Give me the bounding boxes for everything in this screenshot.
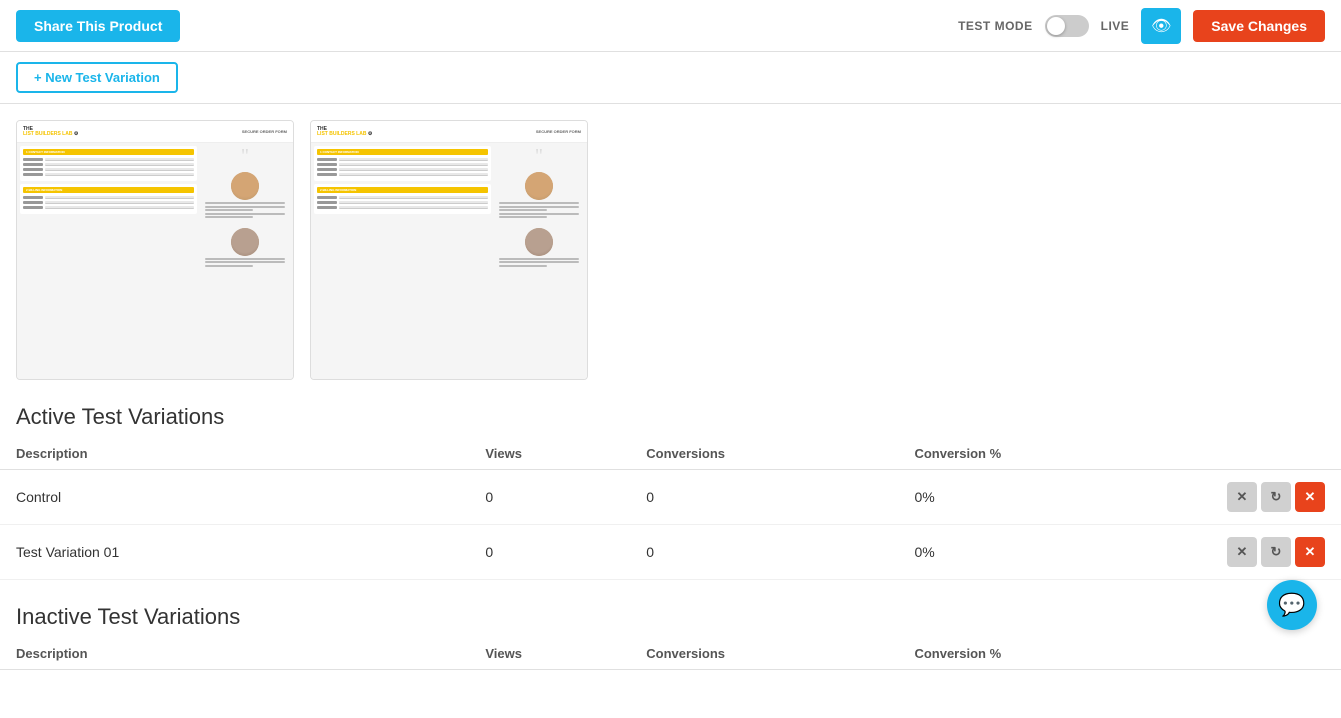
row-actions: ✕ ↻ ✕ (1167, 525, 1341, 580)
test-mode-toggle-wrapper (1045, 15, 1089, 37)
inactive-variations-table: Description Views Conversions Conversion… (0, 638, 1341, 670)
col-header-description: Description (0, 438, 469, 470)
preview-card-2[interactable]: THELIST BUILDERS LAB ⚙ SECURE ORDER FORM… (310, 120, 588, 380)
chat-bubble[interactable]: 💬 (1267, 580, 1317, 630)
mini-header-1: THELIST BUILDERS LAB ⚙ SECURE ORDER FORM (17, 121, 293, 143)
delete-button[interactable]: ✕ (1295, 537, 1325, 567)
row-views: 0 (469, 470, 630, 525)
mini-body-2: 1 CONTACT INFORMATION 2 BILLING INFORMAT… (311, 143, 587, 271)
reset-button[interactable]: ↻ (1261, 482, 1291, 512)
row-description: Control (0, 470, 469, 525)
mini-secure-1: SECURE ORDER FORM (242, 129, 287, 134)
col-header-actions (1167, 438, 1341, 470)
live-label: LIVE (1101, 19, 1130, 33)
mini-right-1: " (200, 146, 290, 268)
mini-left-2: 1 CONTACT INFORMATION 2 BILLING INFORMAT… (314, 146, 491, 268)
mini-avatar-2 (525, 172, 553, 200)
col-header-conversions: Conversions (630, 438, 898, 470)
mini-avatar-1b (231, 228, 259, 256)
row-conversion-pct: 0% (898, 525, 1166, 580)
inactive-variations-heading: Inactive Test Variations (0, 588, 1341, 638)
mini-right-2: " (494, 146, 584, 268)
row-conversions: 0 (630, 525, 898, 580)
mini-header-2: THELIST BUILDERS LAB ⚙ SECURE ORDER FORM (311, 121, 587, 143)
active-table-row: Control 0 0 0% ✕ ↻ ✕ (0, 470, 1341, 525)
chat-icon: 💬 (1278, 592, 1305, 618)
row-views: 0 (469, 525, 630, 580)
active-table-body: Control 0 0 0% ✕ ↻ ✕ Test Variation 01 0… (0, 470, 1341, 580)
deactivate-button[interactable]: ✕ (1227, 537, 1257, 567)
row-conversion-pct: 0% (898, 470, 1166, 525)
reset-button[interactable]: ↻ (1261, 537, 1291, 567)
save-changes-button[interactable]: Save Changes (1193, 10, 1325, 42)
mini-page-1: THELIST BUILDERS LAB ⚙ SECURE ORDER FORM… (17, 121, 293, 379)
preview-button[interactable]: 👁 (1141, 8, 1181, 44)
mini-left-1: 1 CONTACT INFORMATION 2 BILLING INFORMAT… (20, 146, 197, 268)
col-header-conversion-pct: Conversion % (898, 438, 1166, 470)
eye-icon: 👁 (1151, 16, 1171, 36)
mini-avatar-2b (525, 228, 553, 256)
mini-avatar-1 (231, 172, 259, 200)
mini-section-billing: 2 BILLING INFORMATION (20, 184, 197, 214)
test-mode-label: TEST MODE (958, 19, 1033, 33)
row-description: Test Variation 01 (0, 525, 469, 580)
mini-body-1: 1 CONTACT INFORMATION 2 BILLING INFORMAT… (17, 143, 293, 271)
row-actions: ✕ ↻ ✕ (1167, 470, 1341, 525)
delete-button[interactable]: ✕ (1295, 482, 1325, 512)
active-table-row: Test Variation 01 0 0 0% ✕ ↻ ✕ (0, 525, 1341, 580)
new-variation-bar: + New Test Variation (0, 52, 1341, 104)
mini-section-contact: 1 CONTACT INFORMATION (20, 146, 197, 181)
preview-thumbnails: THELIST BUILDERS LAB ⚙ SECURE ORDER FORM… (0, 104, 1341, 388)
active-variations-heading: Active Test Variations (0, 388, 1341, 438)
active-table-header-row: Description Views Conversions Conversion… (0, 438, 1341, 470)
top-bar: Share This Product TEST MODE LIVE 👁 Save… (0, 0, 1341, 52)
mini-secure-2: SECURE ORDER FORM (536, 129, 581, 134)
test-mode-toggle[interactable] (1045, 15, 1089, 37)
toggle-knob (1047, 17, 1065, 35)
mini-logo-1: THELIST BUILDERS LAB ⚙ (23, 127, 78, 137)
share-product-button[interactable]: Share This Product (16, 10, 180, 42)
top-right-controls: TEST MODE LIVE 👁 Save Changes (958, 8, 1325, 44)
deactivate-button[interactable]: ✕ (1227, 482, 1257, 512)
new-test-variation-button[interactable]: + New Test Variation (16, 62, 178, 93)
col-header-views: Views (469, 438, 630, 470)
mini-section-billing-2: 2 BILLING INFORMATION (314, 184, 491, 214)
inactive-section: Inactive Test Variations Description Vie… (0, 588, 1341, 718)
row-conversions: 0 (630, 470, 898, 525)
preview-card-1[interactable]: THELIST BUILDERS LAB ⚙ SECURE ORDER FORM… (16, 120, 294, 380)
mini-section-contact-2: 1 CONTACT INFORMATION (314, 146, 491, 181)
mini-logo-2: THELIST BUILDERS LAB ⚙ (317, 127, 372, 137)
mini-page-2: THELIST BUILDERS LAB ⚙ SECURE ORDER FORM… (311, 121, 587, 379)
active-variations-table: Description Views Conversions Conversion… (0, 438, 1341, 580)
